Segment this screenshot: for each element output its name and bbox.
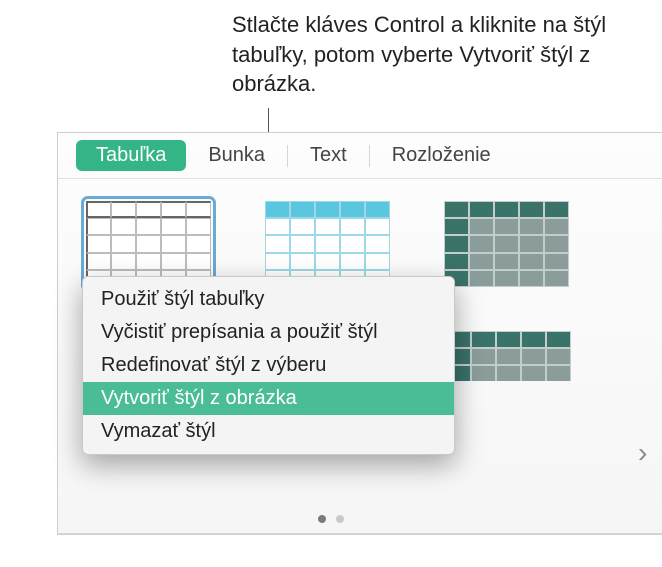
table-style-thumb-cyan[interactable] [265,201,390,287]
menu-item-create-style-from-image[interactable]: Vytvoriť štýl z obrázka [83,382,454,415]
menu-item-apply-style[interactable]: Použiť štýl tabuľky [83,283,454,316]
styles-next-page-chevron-icon[interactable]: › [638,439,654,467]
tab-layout[interactable]: Rozloženie [370,138,513,173]
page-dot-active[interactable] [318,515,326,523]
table-style-thumb-light[interactable] [86,201,211,287]
tab-cell[interactable]: Bunka [186,138,287,173]
inspector-tab-bar: Tabuľka Bunka Text Rozloženie [58,133,662,179]
table-style-thumb-teal[interactable] [444,201,569,287]
style-row [86,201,642,287]
menu-item-clear-overrides[interactable]: Vyčistiť prepísania a použiť štýl [83,316,454,349]
style-row-partial [446,331,616,381]
panel-bottom-rule [58,533,662,534]
table-style-thumb-teal-2[interactable] [446,331,571,381]
table-style-context-menu: Použiť štýl tabuľky Vyčistiť prepísania … [82,276,455,455]
menu-item-redefine-style[interactable]: Redefinovať štýl z výberu [83,349,454,382]
tab-table[interactable]: Tabuľka [76,140,186,171]
tab-text[interactable]: Text [288,138,369,173]
menu-item-delete-style[interactable]: Vymazať štýl [83,415,454,448]
styles-page-indicator [0,515,662,523]
instruction-caption: Stlačte kláves Control a kliknite na štý… [232,10,642,99]
page-dot[interactable] [336,515,344,523]
